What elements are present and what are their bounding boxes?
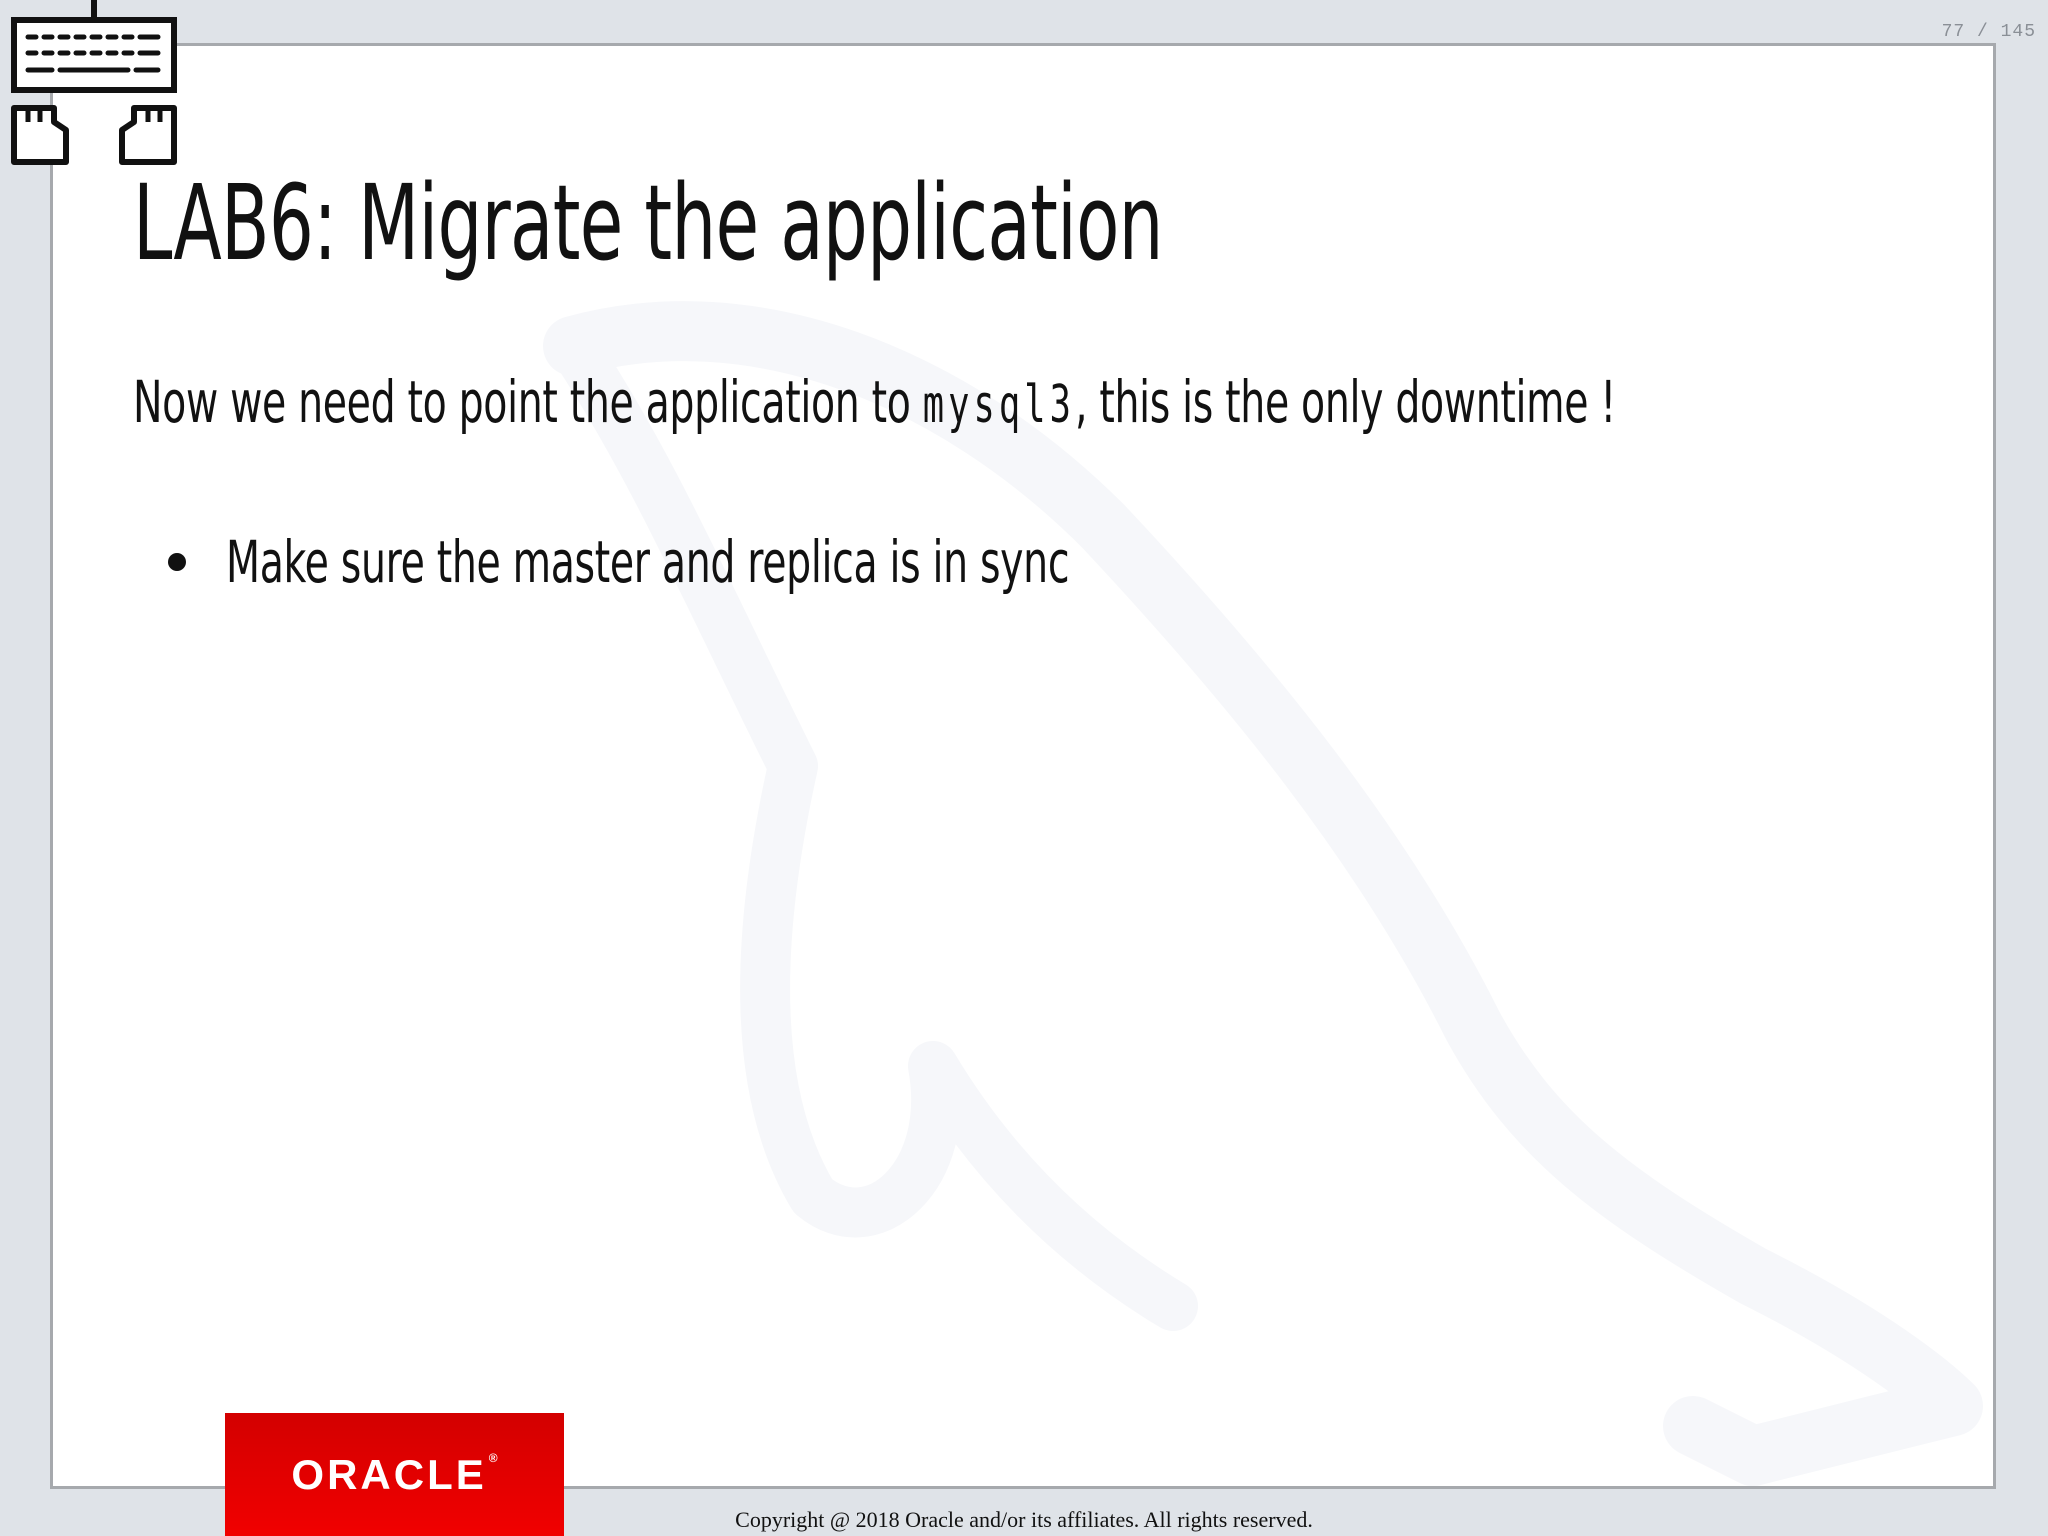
oracle-logo-text: ORACLE ® (291, 1451, 497, 1499)
list-item: Make sure the master and replica is in s… (168, 528, 1466, 596)
slide-title: LAB6: Migrate the application (133, 162, 1164, 284)
oracle-wordmark: ORACLE (291, 1450, 487, 1498)
bullet-text: Make sure the master and replica is in s… (226, 528, 1070, 596)
body-text-after: , this is the only downtime ! (1074, 368, 1616, 436)
bullet-list: Make sure the master and replica is in s… (168, 528, 1466, 596)
bullet-dot (168, 553, 186, 571)
body-text-before: Now we need to point the application to (133, 368, 923, 436)
slide: LAB6: Migrate the application Now we nee… (50, 43, 1996, 1489)
keyboard-hands-icon (11, 0, 177, 165)
copyright-notice: Copyright @ 2018 Oracle and/or its affil… (735, 1507, 1313, 1532)
inline-code-hostname: mysql3 (922, 375, 1075, 435)
slide-body-text: Now we need to point the application to … (133, 373, 1616, 431)
page-counter: 77 / 145 (1941, 22, 2036, 42)
presentation-viewer: 77 / 145 LAB6: Migrate the application N… (0, 0, 2048, 1536)
registered-mark: ® (488, 1450, 498, 1465)
